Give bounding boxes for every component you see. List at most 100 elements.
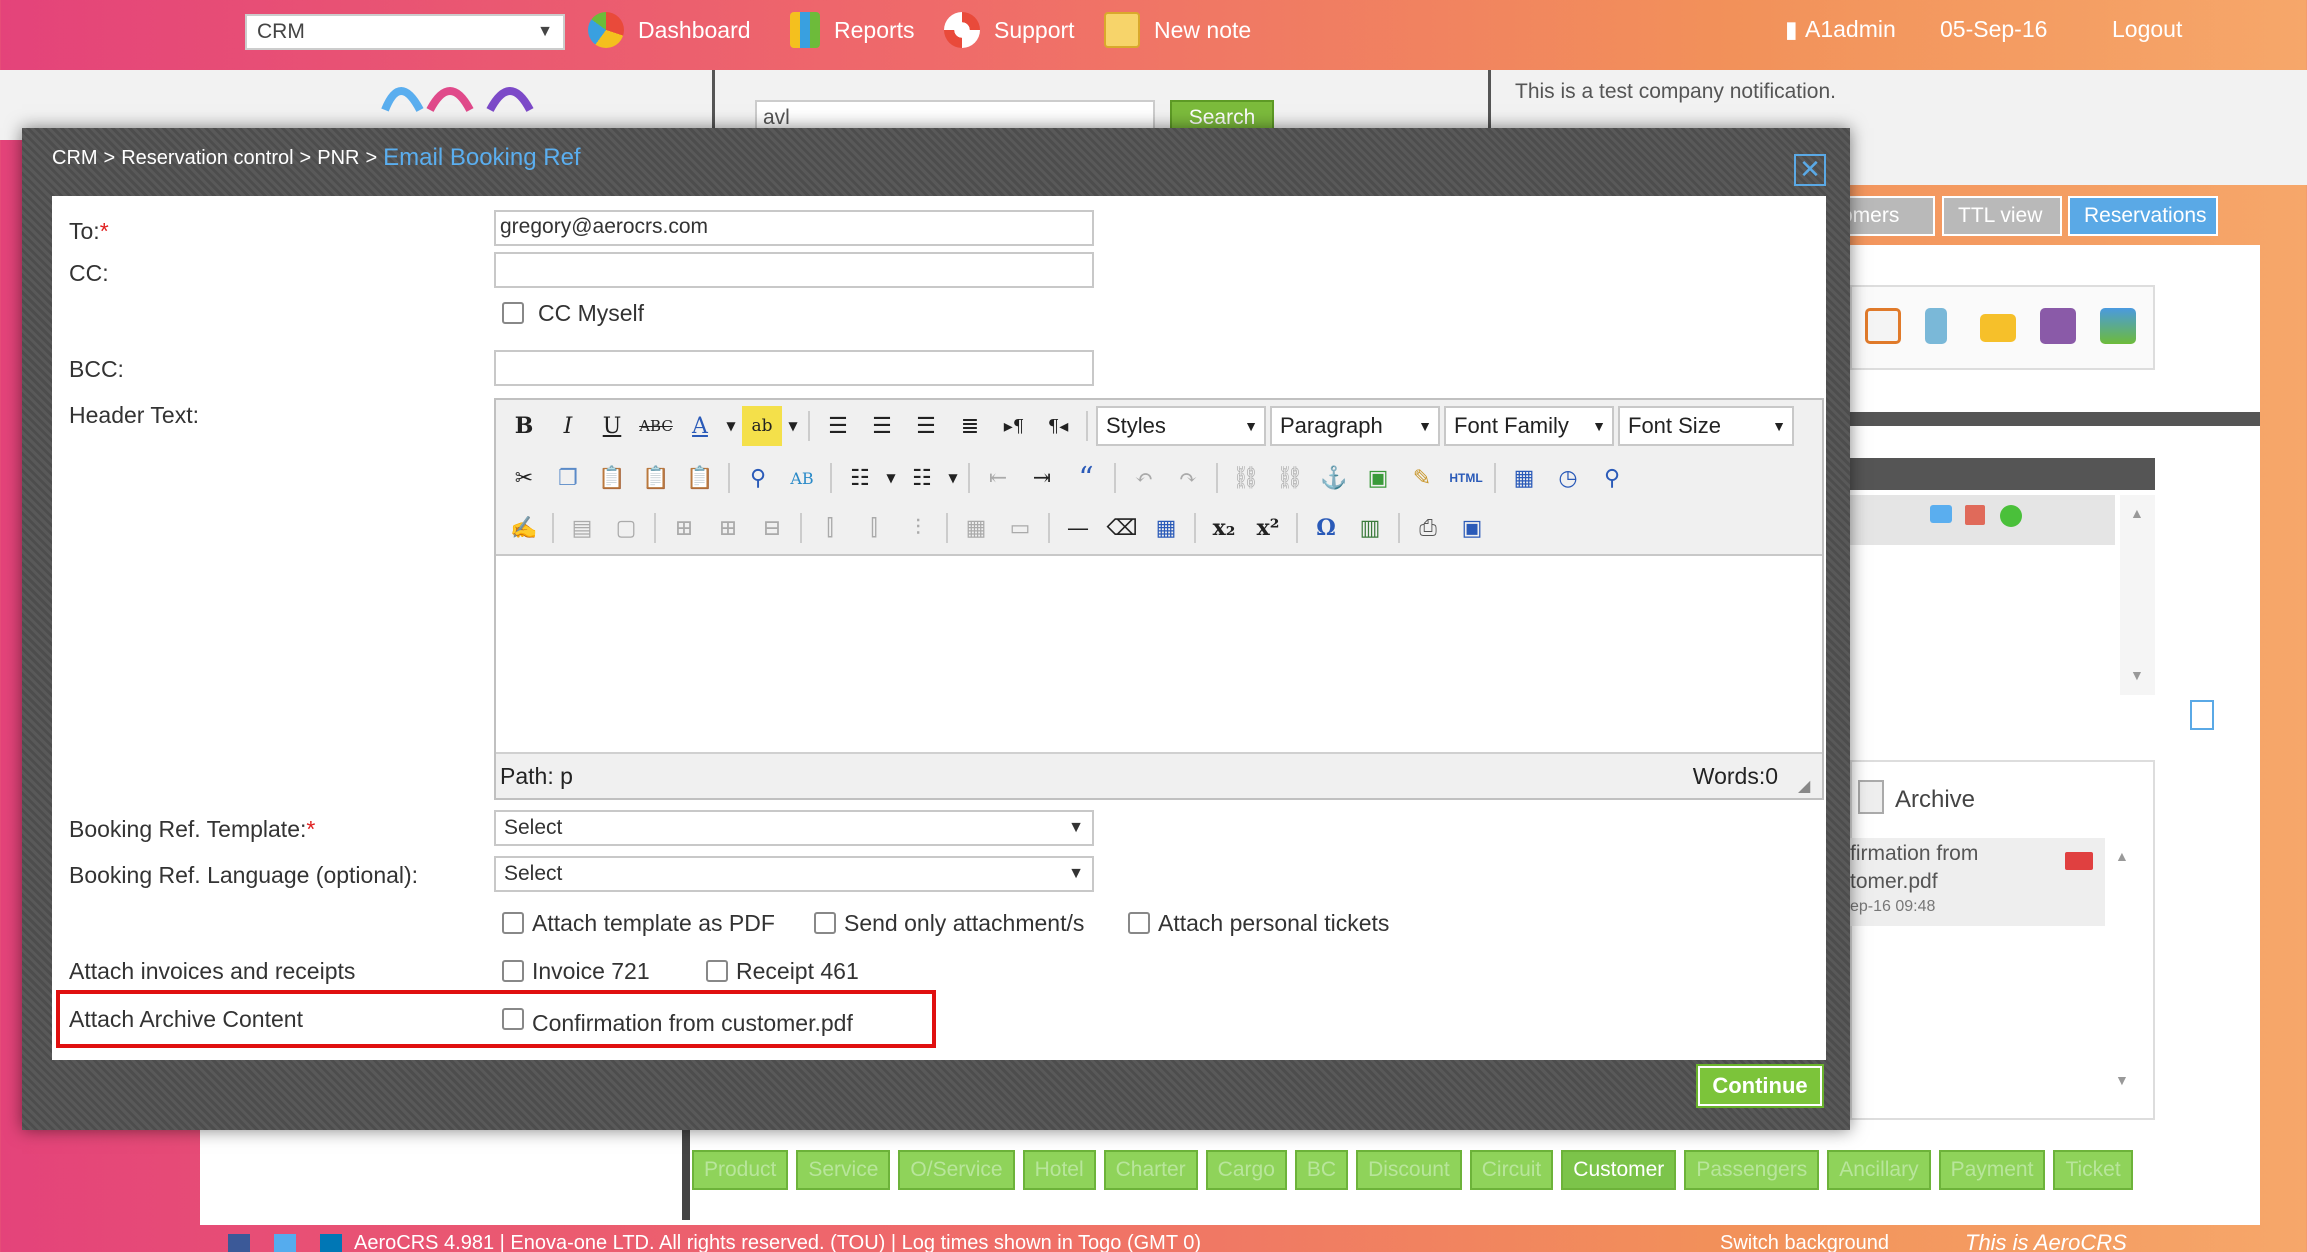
continue-button[interactable]: Continue [1698, 1066, 1822, 1106]
phone-icon[interactable] [1925, 308, 1947, 344]
tab-circuit[interactable]: Circuit [1469, 1150, 1554, 1190]
send-only-attachments-checkbox[interactable] [814, 912, 836, 934]
breadcrumb-reservation-control[interactable]: Reservation control [121, 147, 293, 170]
fullscreen-icon[interactable]: ▣ [1452, 508, 1492, 548]
tab-ticket[interactable]: Ticket [2053, 1150, 2133, 1190]
invoice-checkbox[interactable] [502, 960, 524, 982]
undo-icon[interactable]: ↶ [1124, 458, 1164, 498]
ltr-icon[interactable]: ▸¶ [994, 406, 1034, 446]
paste-text-icon[interactable]: 📋 [636, 458, 676, 498]
strikethrough-icon[interactable]: ABC [636, 406, 676, 446]
clipboard-icon[interactable] [1865, 308, 1901, 344]
tab-customer[interactable]: Customer [1561, 1150, 1677, 1190]
archive-scroll-up-icon[interactable]: ▲ [2115, 848, 2129, 864]
module-select[interactable]: CRM ▼ [245, 14, 565, 50]
tab-discount[interactable]: Discount [1356, 1150, 1462, 1190]
insert-table-icon[interactable]: ▦ [1146, 508, 1186, 548]
subscript-icon[interactable]: x₂ [1204, 508, 1244, 548]
nav-reports[interactable]: Reports [790, 10, 915, 50]
styles-select[interactable]: Styles ▼ [1096, 406, 1266, 446]
italic-icon[interactable]: I [548, 406, 588, 446]
tab-cargo[interactable]: Cargo [1205, 1150, 1287, 1190]
edit-css-icon[interactable]: ✍ [504, 508, 544, 548]
tab-passengers[interactable]: Passengers [1684, 1150, 1820, 1190]
print-icon[interactable]: ⎙ [1408, 508, 1448, 548]
attach-personal-tickets-checkbox[interactable] [1128, 912, 1150, 934]
bullet-list-dropdown-icon[interactable]: ▼ [884, 458, 898, 498]
paragraph-select[interactable]: Paragraph ▼ [1270, 406, 1440, 446]
align-left-icon[interactable]: ☰ [818, 406, 858, 446]
insert-row-before-icon[interactable]: ⊞ [664, 508, 704, 548]
insert-time-icon[interactable]: ◷ [1548, 458, 1588, 498]
highlight-dropdown-icon[interactable]: ▼ [786, 406, 800, 446]
cc-myself-checkbox[interactable] [502, 302, 524, 324]
nav-dashboard[interactable]: Dashboard [588, 10, 751, 50]
link-icon[interactable]: ⛓ [1226, 458, 1266, 498]
text-color-dropdown-icon[interactable]: ▼ [724, 406, 738, 446]
indent-icon[interactable]: ⇥ [1022, 458, 1062, 498]
tab-reservations[interactable]: Reservations [2068, 196, 2218, 236]
table-row-props-icon[interactable]: ▤ [562, 508, 602, 548]
tab-ttl-view[interactable]: TTL view [1942, 196, 2062, 236]
tab-payment[interactable]: Payment [1938, 1150, 2046, 1190]
tab-o-service[interactable]: O/Service [898, 1150, 1015, 1190]
superscript-icon[interactable]: x² [1248, 508, 1288, 548]
cc-field[interactable] [494, 252, 1094, 288]
delete-row-icon[interactable]: ⊟ [752, 508, 792, 548]
twitter-icon[interactable] [274, 1234, 296, 1252]
bcc-field[interactable] [494, 350, 1094, 386]
printer-icon[interactable] [2040, 308, 2076, 344]
breadcrumb-pnr[interactable]: PNR [317, 147, 359, 170]
font-family-select[interactable]: Font Family ▼ [1444, 406, 1614, 446]
preview-icon[interactable]: ⚲ [1592, 458, 1632, 498]
editor-content-area[interactable] [496, 556, 1822, 752]
template-select[interactable]: Select ▼ [494, 810, 1094, 846]
outdent-icon[interactable]: ⇤ [978, 458, 1018, 498]
split-cells-icon[interactable]: ▦ [956, 508, 996, 548]
unlink-icon[interactable]: ⛓ [1270, 458, 1310, 498]
calendar-icon[interactable] [1965, 505, 1985, 525]
blockquote-icon[interactable]: “ [1066, 458, 1106, 498]
underline-icon[interactable]: U [592, 406, 632, 446]
align-justify-icon[interactable]: ≣ [950, 406, 990, 446]
horizontal-rule-icon[interactable]: — [1058, 508, 1098, 548]
align-right-icon[interactable]: ☰ [906, 406, 946, 446]
redo-icon[interactable]: ↷ [1168, 458, 1208, 498]
envelope-icon[interactable] [1980, 314, 2016, 342]
linkedin-icon[interactable] [320, 1234, 342, 1252]
scroll-up-icon[interactable]: ▲ [2130, 505, 2144, 521]
insert-row-after-icon[interactable]: ⊞ [708, 508, 748, 548]
tab-service[interactable]: Service [796, 1150, 891, 1190]
breadcrumb-crm[interactable]: CRM [52, 147, 98, 170]
expand-icon[interactable] [2190, 700, 2214, 730]
current-user[interactable]: A1admin [1805, 16, 1896, 43]
html-source-icon[interactable]: HTML [1446, 458, 1486, 498]
paste-icon[interactable]: 📋 [592, 458, 632, 498]
tab-bc[interactable]: BC [1294, 1150, 1349, 1190]
tab-charter[interactable]: Charter [1103, 1150, 1198, 1190]
chat-icon[interactable] [1930, 505, 1952, 523]
scroll-down-icon[interactable]: ▼ [2130, 667, 2144, 683]
tab-hotel[interactable]: Hotel [1022, 1150, 1096, 1190]
facebook-icon[interactable] [228, 1234, 250, 1252]
copy-icon[interactable]: ❐ [548, 458, 588, 498]
bold-icon[interactable]: B [504, 406, 544, 446]
bullet-list-icon[interactable]: ☷ [840, 458, 880, 498]
nav-support[interactable]: Support [944, 10, 1075, 50]
insert-col-before-icon[interactable]: ⫿ [810, 508, 850, 548]
numbered-list-dropdown-icon[interactable]: ▼ [946, 458, 960, 498]
attach-pdf-checkbox[interactable] [502, 912, 524, 934]
special-char-icon[interactable]: Ω [1306, 508, 1346, 548]
merge-cells-icon[interactable]: ▭ [1000, 508, 1040, 548]
insert-col-after-icon[interactable]: ⫿ [854, 508, 894, 548]
list-scrollbar[interactable]: ▲ ▼ [2120, 495, 2155, 695]
cut-icon[interactable]: ✂ [504, 458, 544, 498]
anchor-icon[interactable]: ⚓ [1314, 458, 1354, 498]
sync-icon[interactable] [2100, 308, 2136, 344]
replace-icon[interactable]: AB [782, 458, 822, 498]
receipt-checkbox[interactable] [706, 960, 728, 982]
delete-col-icon[interactable]: ⫶ [898, 508, 938, 548]
rtl-icon[interactable]: ¶◂ [1038, 406, 1078, 446]
text-color-icon[interactable]: A [680, 406, 720, 446]
paste-word-icon[interactable]: 📋 [680, 458, 720, 498]
